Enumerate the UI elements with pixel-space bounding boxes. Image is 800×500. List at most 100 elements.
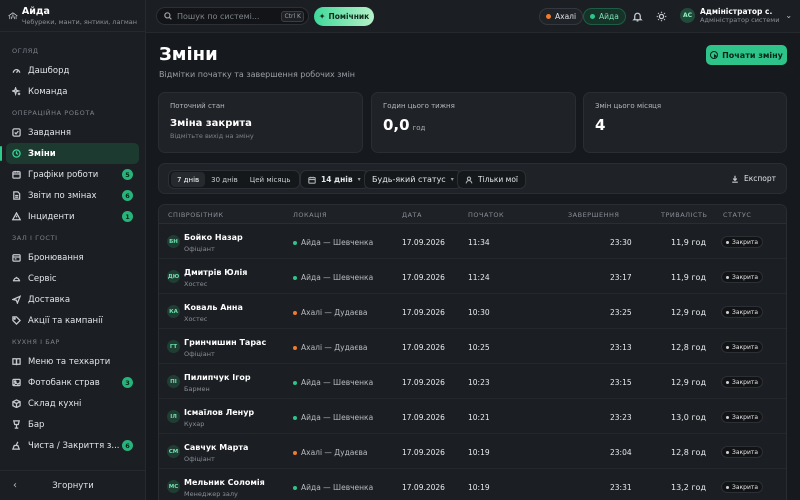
status-badge: Закрита: [721, 411, 764, 423]
column-header-status[interactable]: Статус: [723, 211, 751, 219]
date-cell: 17.09.2026: [402, 378, 445, 387]
sidebar: Айда Чебуреки, манти, янтики, лагман Огл…: [0, 0, 146, 500]
status-badge: Закрита: [721, 481, 764, 493]
broom-icon: [12, 441, 21, 450]
sidebar-item[interactable]: Зміни: [0, 143, 139, 164]
only-mine-toggle[interactable]: Тільки мої: [457, 170, 526, 189]
location-cell: Ахалі — Дудаєва: [293, 343, 368, 352]
brand-logo-icon: [8, 11, 18, 19]
sidebar-item-label: Завдання: [28, 127, 71, 138]
service-icon: [12, 274, 21, 283]
sidebar-item[interactable]: Бар: [6, 414, 139, 435]
sidebar-item[interactable]: Чиста / Закриття з... 6: [6, 435, 139, 456]
sidebar-item[interactable]: Інциденти 1: [6, 206, 139, 227]
sidebar-item[interactable]: Меню та техкарти: [6, 351, 139, 372]
period-7-days[interactable]: 7 днів: [171, 172, 206, 187]
table-row[interactable]: ДЮ Дмитрів Юлія Хостес Айда — Шевченка 1…: [159, 259, 786, 294]
location-label: Айда: [599, 12, 619, 21]
duration-cell: 12,8 год: [671, 343, 706, 352]
end-cell: 23:31: [610, 483, 632, 492]
sidebar-item[interactable]: Сервіс: [6, 268, 139, 289]
end-cell: 23:25: [610, 308, 632, 317]
column-header-start[interactable]: Початок: [468, 211, 504, 219]
checkbox-icon: [12, 128, 21, 137]
tag-icon: [12, 316, 21, 325]
location-text: Айда — Шевченка: [301, 483, 374, 492]
theme-sun-icon[interactable]: [656, 11, 667, 22]
status-badge: Закрита: [721, 341, 764, 353]
employee-name: Ісмаїлов Ленур: [184, 408, 255, 417]
bell-icon[interactable]: [632, 11, 643, 22]
status-select-label: Будь-який статус: [372, 175, 446, 184]
chevron-down-icon: ▾: [450, 176, 454, 183]
table-row[interactable]: КА Коваль Анна Хостес Ахалі — Дудаєва 17…: [159, 294, 786, 329]
date-cell: 17.09.2026: [402, 308, 445, 317]
nav-section-title: Зал і гості: [12, 234, 58, 242]
date-cell: 17.09.2026: [402, 238, 445, 247]
location-cell: Ахалі — Дудаєва: [293, 308, 368, 317]
sidebar-item[interactable]: Звіти по змінах 6: [6, 185, 139, 206]
status-badge: Закрита: [721, 271, 764, 283]
table-row[interactable]: СМ Савчук Марта Офіціант Ахалі — Дудаєва…: [159, 434, 786, 469]
sidebar-item[interactable]: Бронювання: [6, 247, 139, 268]
table-row[interactable]: МС Мельник Соломія Менеджер залу Айда — …: [159, 469, 786, 500]
table-row[interactable]: БН Бойко Назар Офіціант Айда — Шевченка …: [159, 224, 786, 259]
card-value: 0,0 год: [383, 116, 564, 134]
duration-cell: 12,9 год: [671, 308, 706, 317]
table-header: Співробітник Локація Дата Початок Заверш…: [159, 205, 786, 224]
calendar-icon: [308, 176, 316, 184]
avatar: МС: [167, 480, 180, 493]
location-text: Айда — Шевченка: [301, 413, 374, 422]
start-cell: 10:23: [468, 378, 490, 387]
status-text: Закрита: [732, 448, 759, 456]
clock-icon: [12, 149, 21, 158]
sidebar-item[interactable]: Доставка: [6, 289, 139, 310]
column-header-employee[interactable]: Співробітник: [168, 211, 224, 219]
sidebar-item[interactable]: Акції та кампанії: [6, 310, 139, 331]
start-shift-button[interactable]: Почати зміну: [706, 45, 787, 65]
column-header-location[interactable]: Локація: [293, 211, 327, 219]
location-dot: [293, 415, 297, 420]
status-badge: Закрита: [721, 236, 764, 248]
sidebar-item[interactable]: Завдання: [6, 122, 139, 143]
sidebar-item[interactable]: Склад кухні: [6, 393, 139, 414]
collapse-sidebar-button[interactable]: ‹ Згорнути: [0, 470, 146, 500]
period-30-days[interactable]: 30 днів: [205, 172, 244, 187]
search-shortcut: Ctrl K: [281, 10, 304, 22]
export-button[interactable]: Експорт: [731, 174, 776, 183]
location-switch-aida[interactable]: Айда: [583, 8, 626, 25]
search-input[interactable]: Пошук по системі... Ctrl K: [156, 7, 309, 25]
table-row[interactable]: ІЛ Ісмаїлов Ленур Кухар Айда — Шевченка …: [159, 399, 786, 434]
period-this-month[interactable]: Цей місяць: [244, 172, 297, 187]
brand[interactable]: Айда Чебуреки, манти, янтики, лагман: [0, 0, 145, 32]
status-dot: [726, 345, 729, 349]
collapse-label: Згорнути: [52, 480, 94, 491]
sidebar-item[interactable]: Дашборд: [6, 60, 139, 81]
start-shift-label: Почати зміну: [722, 50, 783, 60]
date-cell: 17.09.2026: [402, 448, 445, 457]
calendar-icon: [12, 170, 21, 179]
start-cell: 10:30: [468, 308, 490, 317]
user-menu[interactable]: АС Адміністратор с. Адміністратор систем…: [680, 7, 792, 24]
helper-button[interactable]: ✦ Помічник: [314, 7, 374, 26]
sidebar-item[interactable]: Графіки роботи 5: [6, 164, 139, 185]
sidebar-item[interactable]: Команда: [6, 81, 139, 102]
current-status-card: Поточний стан Зміна закрита Відмітьте ви…: [158, 92, 363, 153]
chevron-left-icon: ‹: [13, 480, 17, 491]
column-header-duration[interactable]: Тривалість: [661, 211, 707, 219]
column-header-date[interactable]: Дата: [402, 211, 422, 219]
employee-role: Офіціант: [184, 350, 215, 358]
status-badge: Закрита: [721, 376, 764, 388]
user-icon: [465, 175, 473, 183]
column-header-end[interactable]: Завершення: [568, 211, 619, 219]
status-text: Закрита: [732, 378, 759, 386]
end-cell: 23:15: [610, 378, 632, 387]
table-row[interactable]: ГТ Гринчишин Тарас Офіціант Ахалі — Дуда…: [159, 329, 786, 364]
location-switch-akhali[interactable]: Ахалі: [539, 8, 584, 25]
status-select[interactable]: Будь-який статус ▾: [364, 170, 462, 189]
start-cell: 10:19: [468, 448, 490, 457]
date-range-picker[interactable]: 14 днів ▾: [300, 170, 369, 189]
table-row[interactable]: ПІ Пилипчук Ігор Бармен Айда — Шевченка …: [159, 364, 786, 399]
sidebar-item[interactable]: Фотобанк страв 3: [6, 372, 139, 393]
employee-name: Бойко Назар: [184, 233, 243, 242]
